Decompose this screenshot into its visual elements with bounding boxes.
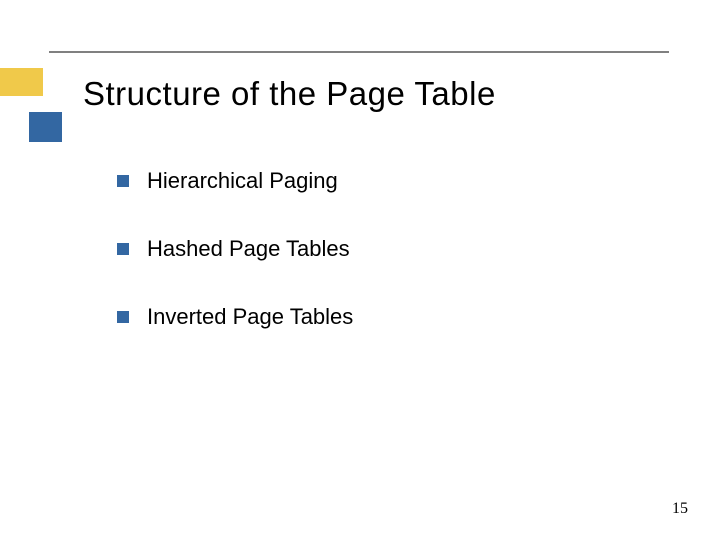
bullet-text: Hashed Page Tables — [147, 236, 350, 262]
decoration-yellow-box — [0, 68, 43, 96]
bullet-square-icon — [117, 311, 129, 323]
bullet-text: Inverted Page Tables — [147, 304, 353, 330]
list-item: Hashed Page Tables — [117, 236, 720, 262]
slide-title: Structure of the Page Table — [83, 75, 720, 113]
bullet-square-icon — [117, 175, 129, 187]
title-underline — [49, 51, 669, 53]
title-area: Structure of the Page Table — [83, 75, 720, 113]
bullet-text: Hierarchical Paging — [147, 168, 338, 194]
list-item: Inverted Page Tables — [117, 304, 720, 330]
title-decoration — [0, 75, 71, 113]
list-item: Hierarchical Paging — [117, 168, 720, 194]
page-number: 15 — [672, 500, 688, 518]
bullet-square-icon — [117, 243, 129, 255]
decoration-blue-box — [29, 112, 62, 142]
slide-container: Structure of the Page Table Hierarchical… — [0, 0, 720, 540]
content-area: Hierarchical Paging Hashed Page Tables I… — [117, 168, 720, 330]
